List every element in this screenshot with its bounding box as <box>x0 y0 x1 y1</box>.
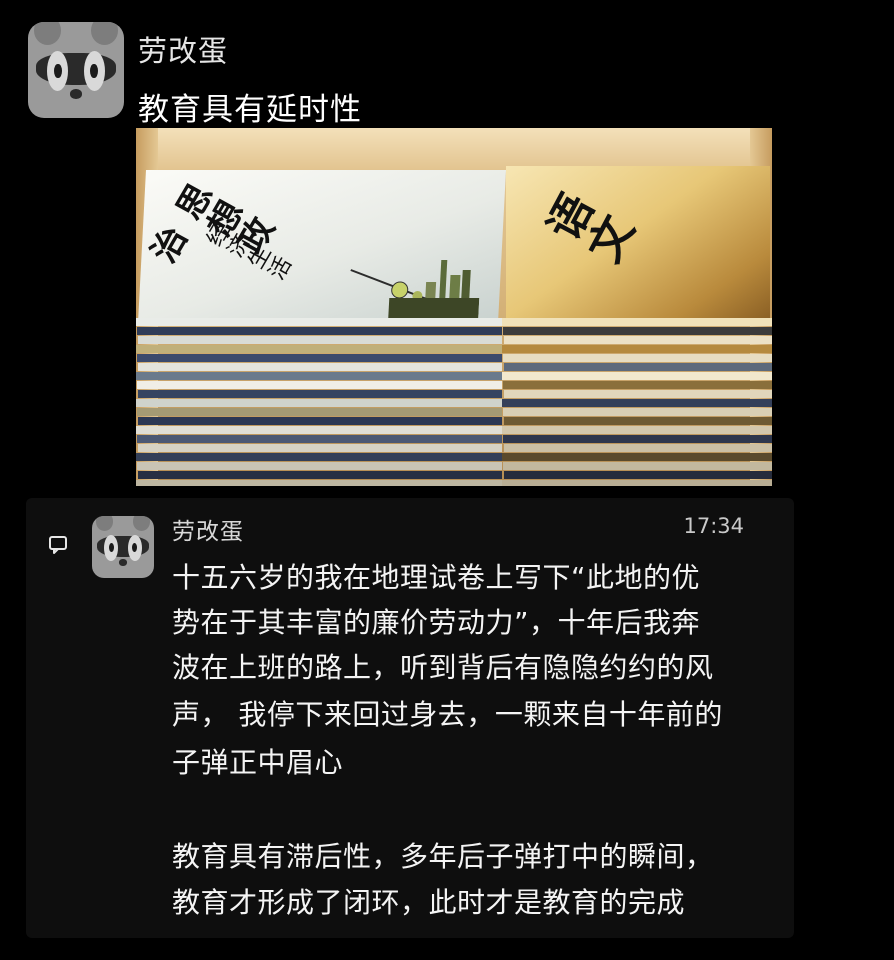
chinese-book-cover: 语文 <box>506 166 770 323</box>
city-skyline-illustration <box>350 260 480 320</box>
book-spine <box>137 408 502 416</box>
avatar-nose <box>70 89 82 99</box>
book-spine <box>138 390 502 398</box>
book-spine <box>504 363 772 371</box>
book-spine <box>136 426 502 434</box>
book-spine <box>137 435 502 443</box>
left-book-stack <box>136 318 502 486</box>
comment-avatar[interactable] <box>92 516 154 578</box>
book-spine <box>502 399 772 407</box>
book-spine <box>504 390 772 398</box>
book-spine <box>136 345 502 353</box>
book-spine <box>503 354 772 362</box>
avatar-ear-right <box>132 516 151 531</box>
book-spine <box>137 381 502 389</box>
avatar-eye-left <box>104 534 119 561</box>
book-spine <box>502 345 772 353</box>
book-spine <box>503 408 772 416</box>
comment-author-name[interactable]: 劳改蛋 <box>172 512 244 546</box>
politics-book-cover: 思想政治 经济生活 <box>137 170 507 323</box>
book-spine <box>502 318 772 326</box>
book-spine <box>504 444 772 452</box>
post-text: 教育具有延时性 <box>138 92 362 128</box>
book-spine <box>502 426 772 434</box>
post-photo[interactable]: 思想政治 经济生活 语文 <box>136 128 772 486</box>
book-spine <box>503 327 772 335</box>
book-spine <box>136 372 502 380</box>
avatar-ear-left <box>95 516 114 531</box>
avatar-ear-right <box>91 22 119 46</box>
book-spine <box>502 480 772 486</box>
comment-text-line: 波在上班的路上，听到背后有隐隐约约的风 <box>172 651 714 684</box>
comment-text-line: 子弹正中眉心 <box>172 746 344 779</box>
book-spine <box>137 327 502 335</box>
book-spine <box>504 417 772 425</box>
book-spine <box>503 462 772 470</box>
comment-text-line: 教育具有滞后性，多年后子弹打中的瞬间， <box>172 840 714 873</box>
post-author-name[interactable]: 劳改蛋 <box>138 28 228 70</box>
book-spine <box>503 435 772 443</box>
avatar-nose <box>119 559 127 566</box>
comment-text-line: 声， 我停下来回过身去，一颗来自十年前的 <box>172 698 723 731</box>
book-spine <box>136 453 502 461</box>
book-spine <box>502 372 772 380</box>
book-spine <box>503 381 772 389</box>
post-avatar[interactable] <box>28 22 124 118</box>
book-spine <box>502 453 772 461</box>
book-spine <box>136 399 502 407</box>
book-spine <box>138 471 502 479</box>
avatar-eye-right <box>83 50 105 92</box>
book-spine <box>137 462 502 470</box>
book-spine <box>138 444 502 452</box>
comment-timestamp: 17:34 <box>683 514 744 538</box>
comment-text-line: 十五六岁的我在地理试卷上写下“此地的优 <box>172 561 701 594</box>
book-spine <box>138 336 502 344</box>
book-spine <box>136 318 502 326</box>
avatar-eye-right <box>127 534 142 561</box>
comment-text-line: 势在于其丰富的廉价劳动力”，十年后我奔 <box>172 606 701 639</box>
book-spine <box>504 336 772 344</box>
comment-icon[interactable] <box>48 534 68 554</box>
avatar-eye-left <box>47 50 69 92</box>
book-spine <box>138 417 502 425</box>
book-spine <box>504 471 772 479</box>
book-spine <box>136 480 502 486</box>
book-spine <box>137 354 502 362</box>
right-book-stack <box>502 318 772 486</box>
book-spine <box>138 363 502 371</box>
comment-text-line: 教育才形成了闭环，此时才是教育的完成 <box>172 886 686 919</box>
chinese-book-title: 语文 <box>535 187 641 276</box>
avatar-ear-left <box>33 22 61 46</box>
